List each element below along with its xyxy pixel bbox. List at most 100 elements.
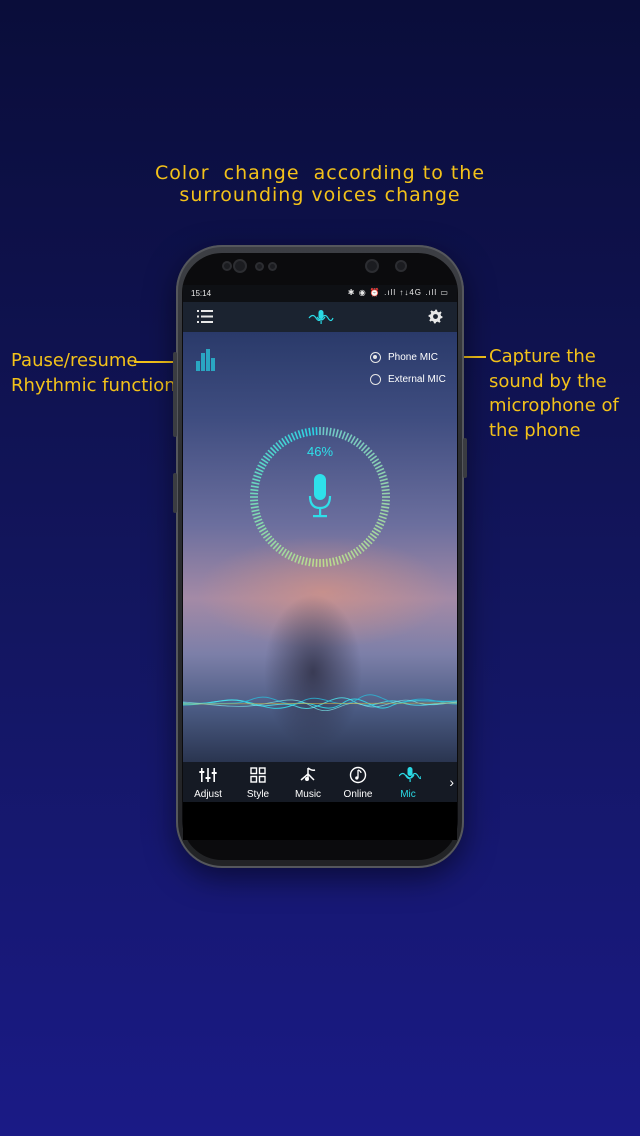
radio-phone-mic[interactable]: [370, 352, 381, 363]
level-ring-tick: [332, 557, 336, 566]
phone-sensor-icon: [270, 264, 275, 269]
level-ring-tick: [294, 431, 299, 440]
level-ring-tick: [250, 502, 259, 506]
level-ring-tick: [374, 524, 383, 530]
annotation-right-line-2: sound by the: [489, 370, 607, 392]
level-ring-tick: [379, 512, 388, 516]
mic-wave-icon: [399, 767, 421, 782]
level-ring-tick: [378, 474, 387, 479]
level-ring-tick: [301, 429, 305, 438]
level-ring-tick: [252, 512, 261, 516]
sliders-icon: [199, 768, 217, 782]
level-ring-tick: [353, 548, 359, 557]
level-ring-tick: [341, 431, 346, 440]
level-ring-tick: [308, 558, 312, 567]
nav-item-music[interactable]: Music: [283, 762, 333, 802]
gear-icon[interactable]: [428, 309, 443, 324]
phone-sensor-icon: [397, 262, 405, 270]
level-percent: 46%: [306, 444, 334, 459]
phone-side-button-volume-down: [173, 473, 177, 513]
level-ring-tick: [377, 518, 386, 523]
level-ring-tick: [254, 518, 263, 523]
level-ring-tick: [374, 464, 383, 470]
level-ring-tick: [258, 527, 267, 533]
nav-label-online: Online: [343, 789, 373, 800]
level-ring-tick: [251, 509, 260, 513]
annotation-right-line-3: microphone of: [489, 395, 619, 416]
level-ring-tick: [304, 557, 308, 566]
level-ring-tick: [258, 461, 267, 467]
phone-side-button-power: [463, 438, 467, 478]
status-time: 15:14: [191, 289, 212, 298]
level-ring-tick: [257, 524, 266, 530]
status-icons: ✱ ◉ ⏰ .ıll ↑↓4G .ıll ▭: [347, 288, 449, 297]
level-ring-tick: [281, 548, 287, 557]
bottom-nav: Adjust Style Music Online Mic ›: [183, 762, 457, 802]
level-ring-tick: [250, 485, 259, 489]
phone-front-camera-icon: [235, 261, 245, 271]
mic-icon[interactable]: [308, 474, 332, 520]
menu-icon[interactable]: [197, 310, 213, 323]
chevron-right-icon[interactable]: ›: [449, 774, 454, 790]
nav-label-adjust: Adjust: [194, 789, 222, 800]
level-ring-tick: [381, 485, 390, 489]
level-ring-tick: [325, 558, 329, 567]
rhythm-bars-icon[interactable]: [196, 349, 216, 371]
level-ring-tick: [255, 467, 264, 473]
level-ring-tick: [253, 474, 262, 479]
level-ring-tick: [290, 553, 296, 562]
nav-label-style: Style: [246, 789, 270, 800]
online-music-icon: [349, 766, 367, 784]
level-ring-tick: [257, 464, 266, 470]
level-ring-tick: [328, 427, 332, 436]
radio-external-mic[interactable]: [370, 374, 381, 385]
level-ring-tick: [294, 554, 299, 563]
level-ring-tick: [335, 429, 339, 438]
level-ring-tick: [371, 530, 380, 536]
level-ring-tick: [373, 461, 382, 467]
app-bar: [183, 302, 457, 332]
annotation-right-line-1: Capture the: [489, 346, 596, 367]
annotation-capture-sound: Capture the sound by the microphone of t…: [489, 345, 639, 443]
level-ring-tick: [381, 488, 390, 492]
level-ring-tick: [284, 435, 290, 444]
level-ring-tick: [253, 515, 262, 520]
level-ring-tick: [353, 437, 359, 446]
nav-item-mic[interactable]: Mic: [383, 762, 433, 802]
level-ring-tick: [380, 509, 389, 513]
level-ring-tick: [301, 556, 305, 565]
level-ring-tick: [344, 553, 350, 562]
nav-item-style[interactable]: Style: [233, 762, 283, 802]
level-ring-tick: [376, 521, 385, 527]
nav-item-online[interactable]: Online: [333, 762, 383, 802]
nav-label-mic: Mic: [400, 789, 416, 800]
level-ring-tick: [332, 428, 336, 437]
level-ring-tick: [287, 434, 293, 443]
level-ring-tick: [381, 502, 390, 506]
level-ring-tick: [335, 556, 339, 565]
level-ring-tick: [347, 551, 353, 560]
level-ring-tick: [290, 432, 296, 441]
level-ring-tick: [338, 555, 343, 564]
headline: Color change according to the surroundin…: [0, 162, 640, 206]
level-ring-tick: [297, 555, 302, 564]
sound-wave: [183, 694, 457, 712]
level-ring-tick: [297, 430, 302, 439]
phone-sensor-icon: [257, 264, 262, 269]
level-ring-tick: [376, 467, 385, 473]
mic-visualizer-area: Phone MIC External MIC 46%: [183, 332, 457, 762]
headline-line-2: surrounding voices change: [179, 184, 461, 206]
level-ring-tick: [311, 427, 315, 436]
level-ring-tick: [378, 515, 387, 520]
level-ring-tick: [304, 428, 308, 437]
level-ring-tick: [325, 427, 329, 436]
mic-option-phone-label: Phone MIC: [388, 352, 439, 363]
phone-sensor-icon: [224, 263, 230, 269]
level-ring-tick: [341, 554, 346, 563]
nav-item-adjust[interactable]: Adjust: [183, 762, 233, 802]
annotation-right-line-4: the phone: [489, 419, 581, 441]
level-ring-tick: [250, 488, 259, 492]
level-ring-tick: [251, 481, 260, 485]
level-ring-tick: [338, 430, 343, 439]
annotation-left-line-2: Rhythmic function: [11, 374, 176, 396]
